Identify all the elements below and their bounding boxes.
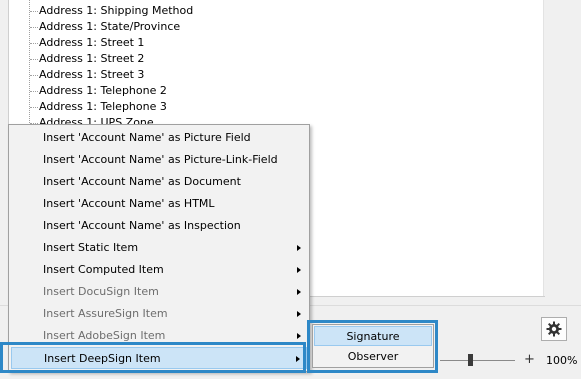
tree-scrollbar[interactable] — [543, 0, 561, 296]
submenu-arrow-icon — [297, 245, 301, 251]
menu-item-insert-docusign-item: Insert DocuSign Item — [11, 281, 307, 303]
zoom-slider-thumb[interactable] — [468, 354, 473, 366]
menu-item-label: Insert 'Account Name' as Picture Field — [43, 131, 251, 144]
menu-item-insert-picture-field[interactable]: Insert 'Account Name' as Picture Field — [11, 127, 307, 149]
deepsign-submenu: Signature Observer — [312, 324, 434, 368]
zoom-control: + 100% — [440, 352, 580, 370]
tree-item[interactable]: Address 1: Shipping Method — [30, 3, 193, 19]
menu-item-label: Insert 'Account Name' as Document — [43, 175, 241, 188]
menu-item-label: Insert DeepSign Item — [44, 352, 161, 365]
tree-item-label: Address 1: Telephone 3 — [39, 100, 167, 113]
menu-item-insert-document[interactable]: Insert 'Account Name' as Document — [11, 171, 307, 193]
tree-item-label: Address 1: Street 1 — [39, 36, 145, 49]
tree-item-label: Address 1: Telephone 2 — [39, 84, 167, 97]
tree-item[interactable]: Address 1: Street 3 — [30, 67, 144, 83]
submenu-arrow-icon — [297, 289, 301, 295]
menu-item-insert-adobesign-item: Insert AdobeSign Item — [11, 325, 307, 347]
gear-icon — [546, 321, 562, 337]
submenu-arrow-icon — [297, 311, 301, 317]
settings-button[interactable] — [541, 317, 567, 341]
tree-item[interactable]: Address 1: Street 1 — [30, 35, 144, 51]
menu-item-label: Insert 'Account Name' as Picture-Link-Fi… — [43, 153, 278, 166]
tree-item-label: Address 1: State/Province — [39, 20, 181, 33]
context-menu: Insert 'Account Name' as Picture Field I… — [8, 124, 310, 372]
zoom-slider-track[interactable] — [440, 360, 515, 361]
tree-item[interactable]: Address 1: Telephone 2 — [30, 83, 167, 99]
submenu-arrow-icon — [297, 333, 301, 339]
menu-item-insert-assuresign-item: Insert AssureSign Item — [11, 303, 307, 325]
submenu-item-label: Observer — [347, 350, 399, 363]
tree-item[interactable]: Address 1: Telephone 3 — [30, 99, 167, 115]
tree-item[interactable]: Address 1: State/Province — [30, 19, 180, 35]
tree-item[interactable]: Address 1: Street 2 — [30, 51, 144, 67]
menu-item-insert-picture-link-field[interactable]: Insert 'Account Name' as Picture-Link-Fi… — [11, 149, 307, 171]
tree-item-label: Address 1: Street 2 — [39, 52, 145, 65]
submenu-item-label: Signature — [346, 330, 400, 343]
menu-item-label: Insert Computed Item — [43, 263, 164, 276]
menu-item-label: Insert AdobeSign Item — [43, 329, 166, 342]
submenu-arrow-icon — [296, 356, 300, 362]
menu-item-label: Insert DocuSign Item — [43, 285, 159, 298]
zoom-in-button[interactable]: + — [524, 352, 535, 368]
menu-item-insert-deepsign-item[interactable]: Insert DeepSign Item — [11, 347, 307, 369]
menu-item-insert-computed-item[interactable]: Insert Computed Item — [11, 259, 307, 281]
submenu-item-signature[interactable]: Signature — [314, 326, 432, 346]
menu-item-label: Insert Static Item — [43, 241, 139, 254]
submenu-arrow-icon — [297, 267, 301, 273]
tree-item-label: Address 1: Shipping Method — [39, 4, 194, 17]
menu-item-label: Insert 'Account Name' as Inspection — [43, 219, 241, 232]
zoom-level-label: 100% — [546, 354, 578, 367]
menu-item-insert-inspection[interactable]: Insert 'Account Name' as Inspection — [11, 215, 307, 237]
menu-item-label: Insert 'Account Name' as HTML — [43, 197, 215, 210]
menu-item-insert-html[interactable]: Insert 'Account Name' as HTML — [11, 193, 307, 215]
tree-item-label: Address 1: Street 3 — [39, 68, 145, 81]
menu-item-label: Insert AssureSign Item — [43, 307, 168, 320]
submenu-item-observer[interactable]: Observer — [314, 347, 432, 367]
menu-item-insert-static-item[interactable]: Insert Static Item — [11, 237, 307, 259]
